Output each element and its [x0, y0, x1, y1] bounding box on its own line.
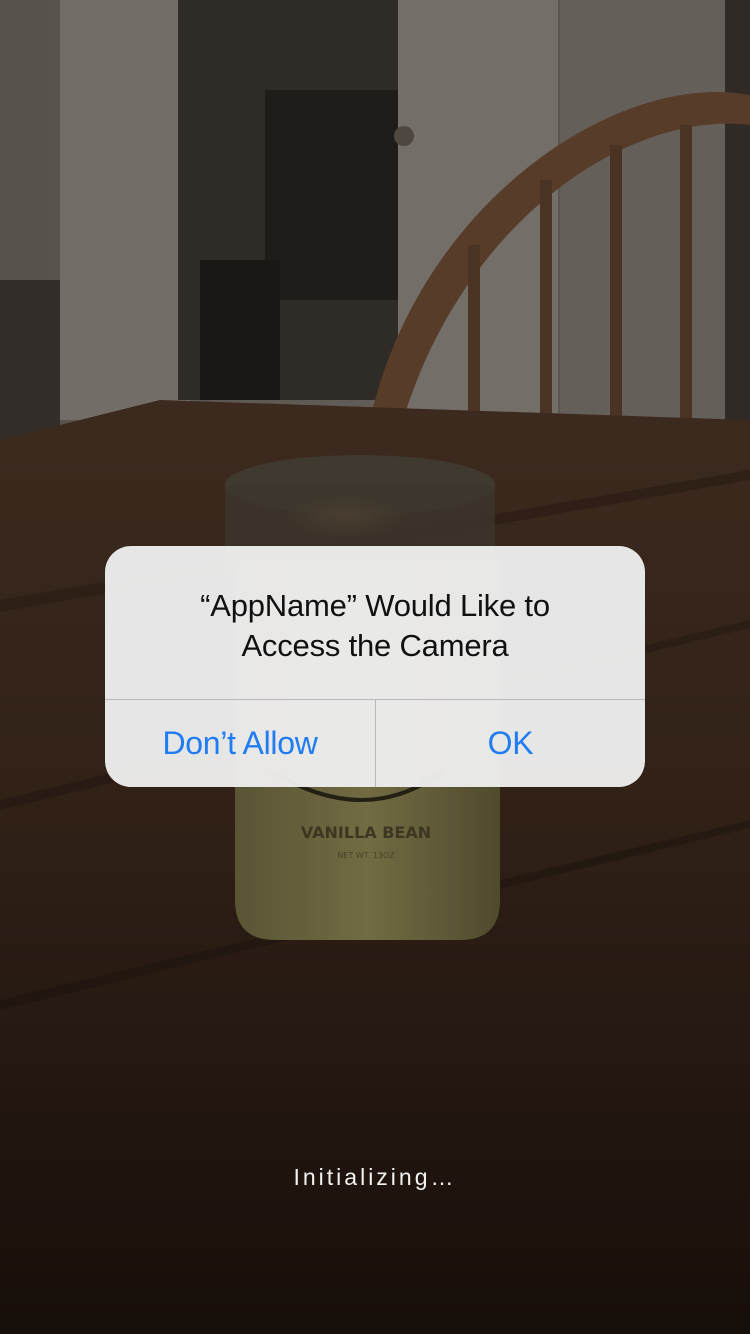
dont-allow-button[interactable]: Don’t Allow [105, 700, 375, 787]
alert-title-line: Access the Camera [241, 628, 509, 663]
alert-title: “AppName” Would Like to Access the Camer… [135, 586, 615, 666]
camera-permission-alert: “AppName” Would Like to Access the Camer… [105, 546, 645, 787]
ok-button[interactable]: OK [376, 700, 645, 787]
status-text: Initializing… [293, 1164, 457, 1190]
alert-title-line: “AppName” Would Like to [200, 588, 550, 623]
